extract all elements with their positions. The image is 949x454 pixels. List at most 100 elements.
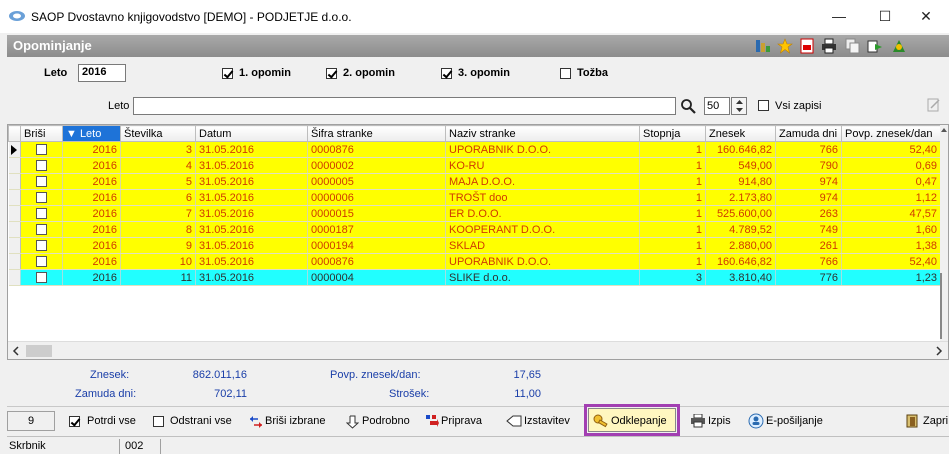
column-header-sorted[interactable]: ▼ Leto [62,125,121,142]
cell-povp: 52,40 [841,141,941,158]
column-header[interactable]: Naziv stranke [445,125,640,142]
print-icon[interactable] [821,38,837,54]
row-indicator[interactable] [8,221,21,238]
row-indicator[interactable] [8,253,21,270]
edit-icon[interactable] [927,98,941,112]
column-header[interactable]: Številka [120,125,196,142]
grid-icon[interactable] [755,38,771,54]
cell-zamuda: 261 [775,237,842,254]
exit-icon[interactable] [891,38,907,54]
year-input[interactable]: 2016 [78,64,126,82]
cell-znesek: 4.789,52 [705,221,776,238]
row-delete-checkbox[interactable] [36,208,47,220]
column-header[interactable]: Stopnja [639,125,706,142]
remove-all-button[interactable]: Odstrani vse [170,412,232,430]
row-indicator[interactable] [8,189,21,206]
star-icon[interactable] [777,38,793,54]
cell-datum: 31.05.2016 [195,189,308,206]
table-row[interactable]: 2016 7 31.05.2016 0000015 ER D.O.O. 1 525.600,… [8,205,941,222]
column-header[interactable]: Briši [20,125,63,142]
scroll-left-icon[interactable] [12,346,20,356]
minimize-button[interactable]: — [816,0,862,33]
copy-icon[interactable] [845,38,861,54]
search-icon[interactable] [680,98,696,114]
cell-stevilka: 10 [120,253,196,270]
remove-all-checkbox[interactable] [153,416,164,427]
scroll-up-icon[interactable] [940,127,948,133]
column-header[interactable]: Zamuda dni [775,125,842,142]
window-title: SAOP Dvostavno knjigovodstvo [DEMO] - PO… [31,10,352,24]
opomin2-checkbox[interactable] [326,68,337,79]
cell-datum: 31.05.2016 [195,237,308,254]
table-row[interactable]: 2016 11 31.05.2016 0000004 SLIKE d.o.o. 3 3.81… [8,269,941,286]
table-row[interactable]: 2016 8 31.05.2016 0000187 KOOPERANT D.O.O. 1 4… [8,221,941,238]
confirm-all-checkbox[interactable] [69,416,80,427]
window-titlebar: SAOP Dvostavno knjigovodstvo [DEMO] - PO… [0,0,949,33]
filter-row: Leto 2016 1. opomin 2. opomin 3. opomin … [7,60,949,86]
row-delete-checkbox[interactable] [36,144,47,156]
export-icon[interactable] [867,38,883,54]
delete-cell [20,269,63,286]
row-indicator[interactable] [8,157,21,174]
table-row[interactable]: 2016 6 31.05.2016 0000006 TROŠT doo 1 2.173,80… [8,189,941,206]
column-header[interactable]: Povp. znesek/dan [841,125,941,142]
record-count-input[interactable]: 50 [704,97,730,115]
opomin1-checkbox[interactable] [222,68,233,79]
bottom-toolbar: 9 Potrdi vse Odstrani vse Briši izbrane … [7,406,949,434]
column-header[interactable]: Znesek [705,125,776,142]
cell-leto: 2016 [62,205,121,222]
current-row-arrow-icon [10,145,17,155]
cell-leto: 2016 [62,237,121,254]
record-count-stepper[interactable] [731,97,747,115]
print-button[interactable]: Izpis [708,412,731,430]
row-delete-checkbox[interactable] [36,192,47,204]
table-row[interactable]: 2016 9 31.05.2016 0000194 SKLAD 1 2.880,00 261 1… [8,237,941,254]
table-row[interactable]: 2016 10 31.05.2016 0000876 UPORABNIK D.O.O. 1… [8,253,941,270]
confirm-all-button[interactable]: Potrdi vse [87,412,136,430]
table-row[interactable]: 2016 3 31.05.2016 0000876 UPORABNIK D.O.O. 1 1… [8,141,941,158]
row-delete-checkbox[interactable] [36,272,47,284]
table-row[interactable]: 2016 5 31.05.2016 0000005 MAJA D.O.O. 1 914,80… [8,173,941,190]
avg-delay-label: Zamuda dni: [75,388,137,400]
email-button[interactable]: E-pošiljanje [766,412,823,430]
row-delete-checkbox[interactable] [36,224,47,236]
cell-povp: 52,40 [841,253,941,270]
column-header[interactable]: Datum [195,125,308,142]
row-indicator[interactable] [8,141,21,158]
horizontal-scroll-thumb[interactable] [26,345,52,357]
maximize-button[interactable]: ☐ [862,0,908,33]
row-indicator[interactable] [8,269,21,286]
row-indicator[interactable] [8,205,21,222]
cell-zamuda: 776 [775,269,842,286]
delete-cell [20,253,63,270]
prepare-button[interactable]: Priprava [441,412,482,430]
cell-leto: 2016 [62,173,121,190]
horizontal-scrollbar[interactable] [8,341,948,359]
table-row[interactable]: 2016 4 31.05.2016 0000002 KO-RU 1 549,00 790 0,6… [8,157,941,174]
cell-stevilka: 9 [120,237,196,254]
cell-naziv: UPORABNIK D.O.O. [445,141,640,158]
cell-naziv: SLIKE d.o.o. [445,269,640,286]
opomin3-checkbox[interactable] [441,68,452,79]
column-header[interactable]: Šifra stranke [307,125,446,142]
details-button[interactable]: Podrobno [362,412,410,430]
delete-selected-button[interactable]: Briši izbrane [265,412,326,430]
row-indicator[interactable] [8,173,21,190]
avg-per-day-value: 17,65 [513,369,541,381]
scroll-right-icon[interactable] [935,346,943,356]
row-delete-checkbox[interactable] [36,240,47,252]
tozba-checkbox[interactable] [560,68,571,79]
vertical-scroll-thumb[interactable] [940,273,948,339]
close-module-button[interactable]: Zapri [923,412,948,430]
search-input[interactable] [133,97,676,115]
issue-button[interactable]: Izstavitev [524,412,570,430]
row-indicator[interactable] [8,237,21,254]
cell-znesek: 3.810,40 [705,269,776,286]
pdf-icon[interactable] [799,38,815,54]
row-delete-checkbox[interactable] [36,160,47,172]
cell-stevilka: 6 [120,189,196,206]
all-records-checkbox[interactable] [758,100,769,111]
row-delete-checkbox[interactable] [36,176,47,188]
close-button[interactable]: ✕ [903,0,949,33]
row-delete-checkbox[interactable] [36,256,47,268]
